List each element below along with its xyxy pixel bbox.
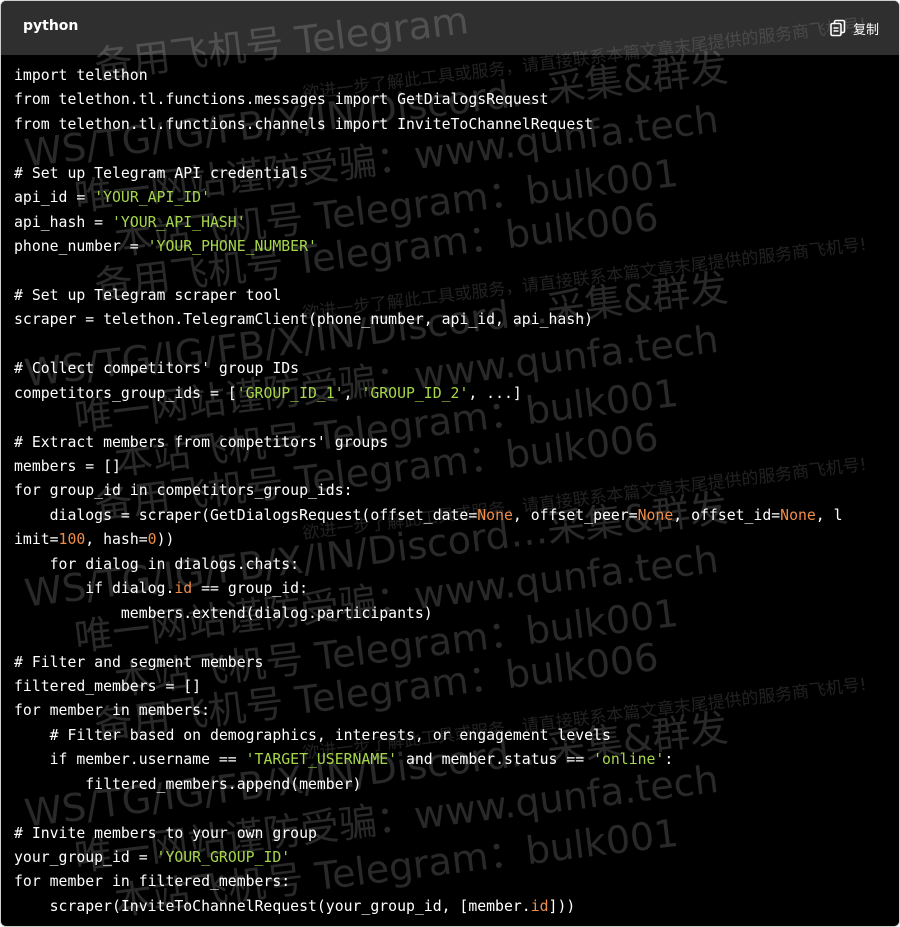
code-line: imit=100, hash=0)) [14, 528, 843, 552]
code-token-plain: api_id = [14, 189, 95, 207]
code-line: from telethon.tl.functions.messages impo… [14, 88, 843, 112]
code-line: # Filter based on demographics, interest… [14, 724, 843, 748]
code-line: import telethon [14, 64, 843, 88]
code-token-plain: : [664, 751, 674, 769]
code-token-number: id [530, 897, 549, 915]
code-token-plain: for member in filtered_members: [14, 873, 291, 891]
code-token-plain: == group_id: [192, 580, 308, 598]
code-token-string: 'YOUR_API_HASH' [112, 213, 246, 231]
code-token-comment: # Set up Telegram API credentials [14, 164, 308, 182]
code-token-plain: , offset_peer= [512, 506, 638, 524]
code-token-plain: members.extend(dialog.participants) [14, 604, 433, 622]
code-token-number: None [477, 506, 513, 524]
code-line: for dialog in dialogs.chats: [14, 553, 843, 577]
code-token-plain: filtered_members.append(member) [14, 775, 362, 793]
code-token-comment: # Set up Telegram scraper tool [14, 286, 282, 304]
code-token-plain: members = [] [14, 458, 121, 475]
code-token-plain: competitors_group_ids = [ [14, 384, 237, 402]
code-token-comment: # Extract members from competitors' grou… [14, 433, 389, 451]
code-token-string: 'online' [593, 751, 665, 769]
code-token-plain: , l [815, 506, 843, 524]
code-token-comment: # Filter based on demographics, interest… [14, 726, 611, 744]
code-token-string: 'TARGET_USERNAME' [245, 751, 398, 769]
code-token-comment: # Filter and segment members [14, 653, 264, 671]
code-token-plain: imit= [14, 531, 59, 549]
code-line: # Collect competitors' group IDs [14, 357, 843, 381]
code-token-plain: phone_number = [14, 238, 148, 256]
code-line: scraper(InviteToChannelRequest(your_grou… [14, 895, 843, 919]
code-token-string: 'GROUP_ID_1' [236, 384, 344, 402]
language-label: python [23, 18, 79, 34]
code-line: # Set up Telegram API credentials [14, 162, 843, 186]
code-line: if dialog.id == group_id: [14, 577, 843, 601]
code-line: members = [] [14, 455, 843, 479]
code-token-comment: # Collect competitors' group IDs [14, 360, 300, 378]
code-token-plain: , ...] [468, 384, 522, 402]
code-line: # Extract members from competitors' grou… [14, 431, 843, 455]
code-token-plain: import telethon [14, 67, 148, 84]
code-token-plain: if dialog. [14, 580, 175, 598]
copy-icon [829, 19, 847, 37]
code-line: api_id = 'YOUR_API_ID' [14, 186, 843, 210]
code-line: for member in filtered_members: [14, 870, 843, 894]
code-token-number: 100 [58, 531, 86, 549]
code-line: if member.username == 'TARGET_USERNAME' … [14, 748, 843, 772]
code-line: api_hash = 'YOUR_API_HASH' [14, 211, 843, 235]
code-token-number: 0 [147, 531, 157, 549]
code-line: dialogs = scraper(GetDialogsRequest(offs… [14, 504, 843, 528]
code-line: from telethon.tl.functions.channels impo… [14, 113, 843, 137]
code-token-plain: ])) [548, 897, 576, 915]
code-token-number: None [780, 506, 816, 524]
code-line: filtered_members.append(member) [14, 773, 843, 797]
code-line: filtered_members = [] [14, 675, 843, 699]
code-line: members.extend(dialog.participants) [14, 602, 843, 626]
code-token-plain: filtered_members = [] [14, 677, 202, 695]
code-token-number: id [174, 580, 193, 598]
code-line: # Filter and segment members [14, 651, 843, 675]
code-line: # Set up Telegram scraper tool [14, 284, 843, 308]
code-block-header: python 复制 [1, 1, 899, 55]
code-token-plain: if member.username == [14, 751, 246, 769]
code-token-plain: api_hash = [14, 213, 112, 231]
code-content: import telethon from telethon.tl.function… [14, 64, 843, 919]
code-token-plain: for member in members: [14, 702, 210, 720]
copy-label: 复制 [852, 22, 879, 38]
code-token-plain: for dialog in dialogs.chats: [14, 555, 300, 573]
code-token-string: 'YOUR_PHONE_NUMBER' [147, 238, 317, 256]
code-line: scraper = telethon.TelegramClient(phone_… [14, 308, 843, 332]
code-token-string: 'GROUP_ID_2' [361, 384, 469, 402]
code-token-string: 'YOUR_API_ID' [94, 189, 210, 207]
code-token-plain: scraper = telethon.TelegramClient(phone_… [14, 311, 594, 329]
code-token-plain: for group_id in competitors_group_ids: [14, 482, 353, 500]
code-token-plain: from telethon.tl.functions.messages impo… [14, 91, 549, 109]
code-token-plain: )) [156, 531, 175, 549]
code-line: # Invite members to your own group [14, 822, 843, 846]
code-token-plain: dialogs = scraper(GetDialogsRequest(offs… [14, 506, 478, 524]
code-area: 备用飞机号 Telegram欲进一步了解此工具或服务，请直接联系本篇文章末尾提供… [1, 1, 899, 926]
code-line: phone_number = 'YOUR_PHONE_NUMBER' [14, 235, 843, 259]
code-token-plain: from telethon.tl.functions.channels impo… [14, 115, 594, 133]
code-line: for member in members: [14, 699, 843, 723]
code-token-comment: # Invite members to your own group [14, 824, 317, 842]
copy-button[interactable]: 复制 [829, 17, 879, 39]
code-token-string: 'YOUR_GROUP_ID' [156, 849, 291, 866]
code-line: competitors_group_ids = ['GROUP_ID_1', '… [14, 382, 843, 406]
code-line: for group_id in competitors_group_ids: [14, 479, 843, 503]
code-token-plain: , [343, 384, 362, 402]
code-token-plain: , hash= [85, 531, 148, 549]
code-line: your_group_id = 'YOUR_GROUP_ID' [14, 846, 843, 870]
code-token-plain: scraper(InviteToChannelRequest(your_grou… [14, 897, 531, 915]
code-token-number: None [637, 506, 674, 524]
code-token-plain: your_group_id = [14, 849, 157, 866]
code-token-plain: and member.status == [397, 751, 594, 769]
code-block: python 复制 备用飞机号 Telegram欲进一步了解此工具或服务，请直接… [0, 0, 900, 927]
code-token-plain: , offset_id= [673, 506, 781, 524]
